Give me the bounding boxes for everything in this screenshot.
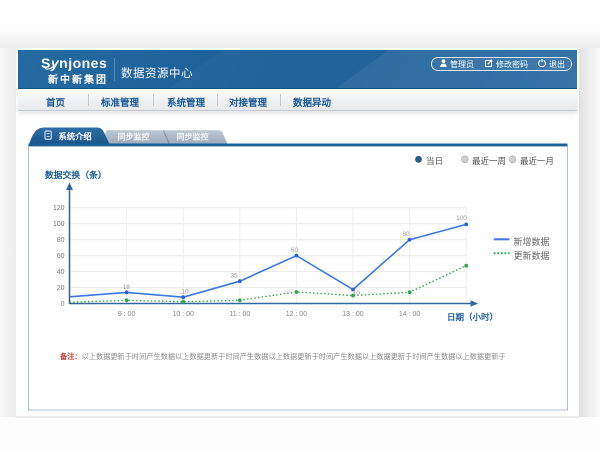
svg-text:35: 35 <box>230 273 238 280</box>
svg-text:同步监控: 同步监控 <box>177 132 209 142</box>
svg-text:系统介绍: 系统介绍 <box>59 131 92 141</box>
svg-text:100: 100 <box>53 221 65 228</box>
svg-text:11 : 00: 11 : 00 <box>229 311 250 318</box>
svg-text:10: 10 <box>353 290 361 297</box>
svg-text:100: 100 <box>456 215 467 222</box>
svg-text:120: 120 <box>53 205 65 212</box>
svg-text:20: 20 <box>57 285 65 292</box>
svg-text:14 : 00: 14 : 00 <box>399 311 421 318</box>
svg-text:40: 40 <box>57 269 65 276</box>
svg-text:10 : 00: 10 : 00 <box>172 311 194 318</box>
svg-text:9 : 00: 9 : 00 <box>118 311 136 318</box>
svg-text:80: 80 <box>57 237 65 244</box>
svg-text:13 : 00: 13 : 00 <box>342 311 364 318</box>
svg-text:18: 18 <box>123 284 131 291</box>
svg-text:10: 10 <box>181 289 189 296</box>
svg-text:0: 0 <box>61 301 65 308</box>
svg-text:80: 80 <box>402 231 410 238</box>
svg-text:同步监控: 同步监控 <box>118 132 150 142</box>
svg-text:60: 60 <box>57 253 65 260</box>
svg-text:12 : 00: 12 : 00 <box>286 311 308 318</box>
svg-text:日期（小时）: 日期（小时） <box>447 312 498 322</box>
svg-text:60: 60 <box>291 247 299 254</box>
